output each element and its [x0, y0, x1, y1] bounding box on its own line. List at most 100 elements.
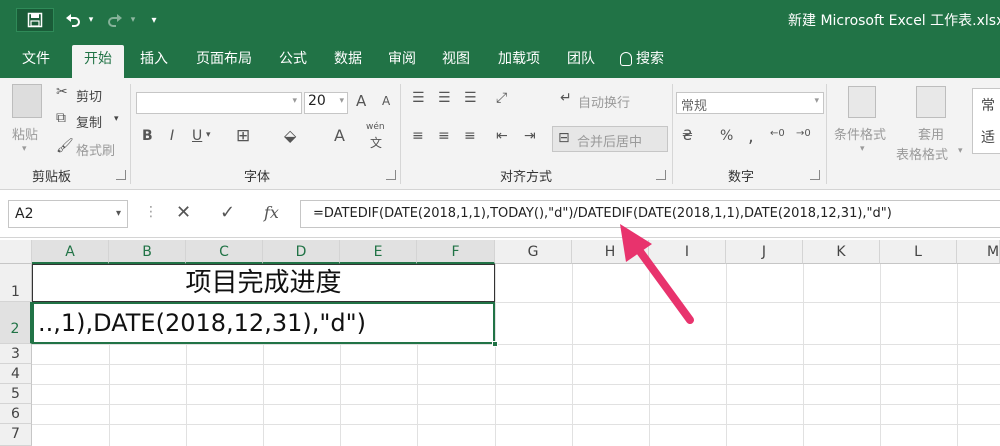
- row-header-5[interactable]: 5: [0, 384, 32, 404]
- more-options-icon[interactable]: ⋮: [144, 204, 158, 220]
- row-header-4[interactable]: 4: [0, 364, 32, 384]
- font-name-select[interactable]: ▾: [136, 92, 302, 114]
- tab-data[interactable]: 数据: [326, 45, 370, 78]
- grow-font-button[interactable]: A: [356, 92, 366, 110]
- align-top-icon[interactable]: ☰: [412, 90, 425, 106]
- underline-dropdown-icon[interactable]: ▾: [206, 130, 211, 140]
- row-header-6[interactable]: 6: [0, 404, 32, 424]
- redo-button[interactable]: [104, 8, 126, 32]
- enter-icon[interactable]: ✓: [220, 202, 235, 223]
- font-size-select[interactable]: 20 ▾: [304, 92, 348, 114]
- copy-dropdown-icon[interactable]: ▾: [114, 114, 119, 124]
- cell-a2-merged[interactable]: ..,1),DATE(2018,12,31),"d"): [32, 302, 495, 344]
- name-box[interactable]: A2 ▾: [8, 200, 128, 228]
- column-header-e[interactable]: E: [340, 240, 417, 264]
- underline-button[interactable]: U: [192, 128, 202, 144]
- number-group-label: 数字: [728, 170, 755, 185]
- column-header-a[interactable]: A: [32, 240, 109, 264]
- save-button[interactable]: [16, 8, 54, 32]
- column-header-d[interactable]: D: [263, 240, 340, 264]
- gridline: [495, 264, 496, 446]
- paste-dropdown-icon[interactable]: ▾: [22, 144, 27, 154]
- format-as-table-label: 表格格式: [896, 148, 949, 163]
- percent-button[interactable]: %: [720, 128, 733, 144]
- orientation-icon[interactable]: ⤢: [496, 90, 507, 106]
- increase-decimal-icon[interactable]: ←0: [770, 128, 785, 139]
- customize-quick-access-icon[interactable]: ▾: [148, 8, 160, 32]
- border-icon[interactable]: ⊞: [236, 126, 250, 146]
- gridline: [32, 424, 1000, 425]
- increase-indent-icon[interactable]: ⇥: [524, 128, 536, 144]
- align-center-icon[interactable]: ≡: [438, 128, 450, 144]
- tab-insert[interactable]: 插入: [132, 45, 176, 78]
- phonetic-guide-button[interactable]: wén: [366, 122, 385, 132]
- select-all-corner[interactable]: [0, 240, 32, 264]
- tab-team[interactable]: 团队: [558, 45, 604, 78]
- decrease-indent-icon[interactable]: ⇤: [496, 128, 508, 144]
- copy-icon: ⧉: [56, 110, 66, 126]
- search-tab[interactable]: 搜索: [620, 45, 680, 78]
- align-middle-icon[interactable]: ☰: [438, 90, 451, 106]
- undo-button[interactable]: [62, 8, 84, 32]
- currency-icon[interactable]: ₴: [682, 128, 693, 144]
- format-painter-button[interactable]: 格式刷: [76, 140, 115, 159]
- tab-formulas[interactable]: 公式: [270, 45, 316, 78]
- column-header-b[interactable]: B: [109, 240, 186, 264]
- cell-style-neutral[interactable]: 适: [981, 127, 995, 147]
- column-header-m[interactable]: M: [957, 240, 1000, 264]
- chevron-down-icon[interactable]: ▾: [860, 144, 865, 154]
- comma-style-button[interactable]: ,: [748, 126, 754, 147]
- fill-handle[interactable]: [492, 341, 498, 347]
- tab-file[interactable]: 文件: [12, 45, 60, 78]
- undo-dropdown-icon[interactable]: ▾: [86, 8, 96, 32]
- phonetic-icon: 文: [370, 136, 383, 150]
- row-header-2[interactable]: 2: [0, 302, 32, 344]
- tab-review[interactable]: 审阅: [380, 45, 424, 78]
- bold-button[interactable]: B: [142, 128, 153, 144]
- decrease-decimal-icon[interactable]: →0: [796, 128, 811, 139]
- column-header-c[interactable]: C: [186, 240, 263, 264]
- column-header-l[interactable]: L: [880, 240, 957, 264]
- redo-dropdown-icon[interactable]: ▾: [128, 8, 138, 32]
- tab-home[interactable]: 开始: [72, 45, 124, 78]
- fill-color-icon[interactable]: ⬙: [284, 126, 296, 145]
- gridline: [32, 384, 1000, 385]
- tab-view[interactable]: 视图: [434, 45, 478, 78]
- column-header-f[interactable]: F: [417, 240, 495, 264]
- cell-styles-gallery[interactable]: 常 适: [972, 88, 1000, 154]
- cut-button[interactable]: 剪切: [76, 86, 102, 105]
- column-header-g[interactable]: G: [495, 240, 572, 264]
- column-header-j[interactable]: J: [726, 240, 803, 264]
- align-right-icon[interactable]: ≡: [464, 128, 476, 144]
- cancel-icon[interactable]: ✕: [176, 202, 191, 223]
- chevron-down-icon: ▾: [339, 96, 344, 106]
- row-header-1[interactable]: 1: [0, 264, 32, 302]
- cell-a1-merged[interactable]: 项目完成进度: [32, 264, 495, 302]
- font-color-icon[interactable]: A: [334, 126, 345, 145]
- conditional-formatting-button[interactable]: 条件格式: [834, 124, 886, 143]
- format-as-table-button[interactable]: 套用: [918, 124, 944, 143]
- italic-button[interactable]: I: [170, 128, 174, 144]
- shrink-font-button[interactable]: A: [382, 94, 390, 108]
- tab-page-layout[interactable]: 页面布局: [186, 45, 262, 78]
- divider: [672, 84, 673, 184]
- cell-style-normal[interactable]: 常: [981, 95, 995, 115]
- tab-addins[interactable]: 加载项: [488, 45, 550, 78]
- row-header-7[interactable]: 7: [0, 424, 32, 446]
- wrap-text-button[interactable]: 自动换行: [578, 92, 630, 111]
- align-left-icon[interactable]: ≡: [412, 128, 424, 144]
- paste-button[interactable]: 粘贴: [12, 124, 38, 143]
- column-header-k[interactable]: K: [803, 240, 880, 264]
- alignment-launcher-icon[interactable]: [656, 170, 666, 180]
- number-format-select[interactable]: 常规 ▾: [676, 92, 824, 114]
- copy-button[interactable]: 复制: [76, 112, 102, 131]
- clipboard-launcher-icon[interactable]: [116, 170, 126, 180]
- align-bottom-icon[interactable]: ☰: [464, 90, 477, 106]
- number-launcher-icon[interactable]: [810, 170, 820, 180]
- gridline: [726, 264, 727, 446]
- paste-icon[interactable]: [12, 84, 42, 118]
- chevron-down-icon[interactable]: ▾: [958, 146, 963, 156]
- font-launcher-icon[interactable]: [386, 170, 396, 180]
- row-header-3[interactable]: 3: [0, 344, 32, 364]
- insert-function-button[interactable]: fx: [264, 203, 279, 222]
